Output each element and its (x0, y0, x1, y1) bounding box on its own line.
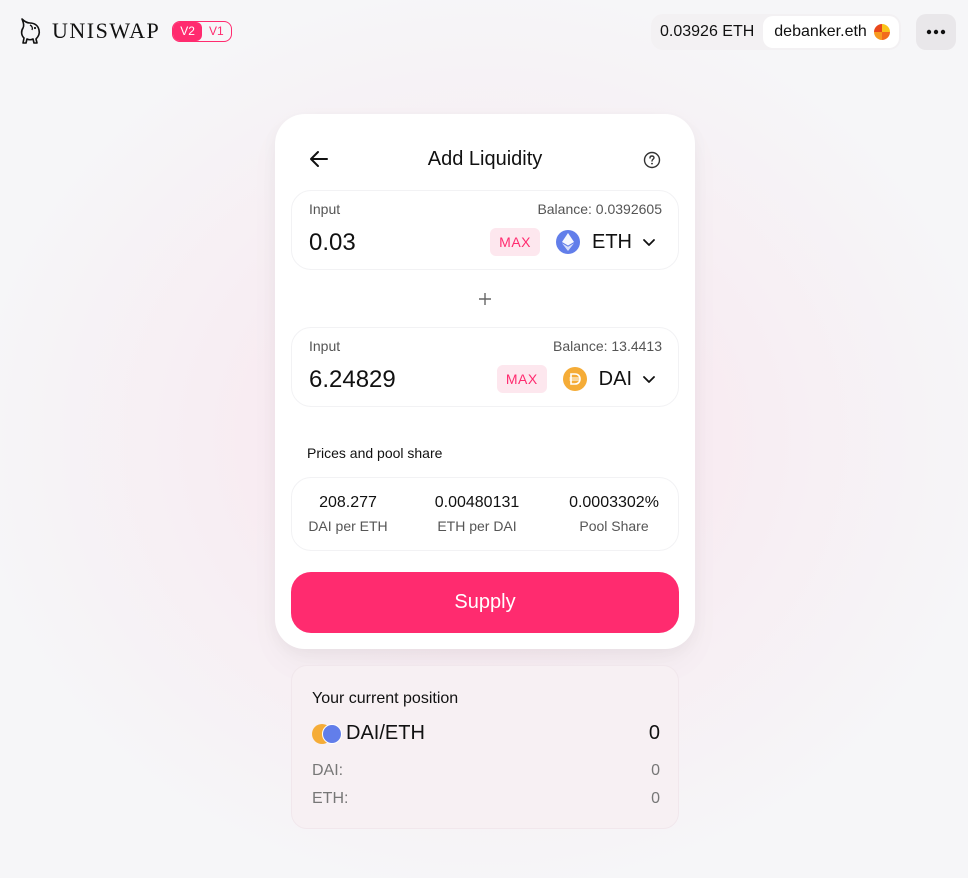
position-row-eth: ETH: 0 (312, 790, 660, 808)
amount-input-eth[interactable]: 0.03 (309, 229, 356, 257)
more-horizontal-icon (926, 29, 946, 35)
pair-logo-icon (312, 724, 344, 744)
pair-name: DAI/ETH (346, 722, 425, 744)
amount-input-dai[interactable]: 6.24829 (309, 366, 396, 394)
supply-button[interactable]: Supply (291, 572, 679, 633)
max-button[interactable]: MAX (496, 365, 547, 393)
max-button[interactable]: MAX (490, 228, 540, 256)
price-label: ETH per DAI (437, 518, 517, 534)
token-select-eth[interactable]: MAX ETH (490, 227, 656, 257)
eth-token-icon (322, 724, 342, 744)
token-symbol: ETH (592, 230, 632, 253)
question-circle-icon[interactable] (642, 150, 662, 170)
input-panel-dai: Input Balance: 13.4413 6.24829 MAX DAI (291, 327, 679, 407)
position-value: 0 (651, 790, 660, 807)
position-row-dai: DAI: 0 (312, 762, 660, 780)
account-name: debanker.eth (774, 23, 867, 40)
balance-text: Balance: 13.4413 (553, 338, 662, 354)
pool-share-item: 0.0003302% Pool Share (564, 494, 664, 534)
plus-icon (479, 293, 491, 305)
input-label: Input (309, 201, 341, 217)
card-header: Add Liquidity (275, 142, 695, 178)
price-value: 208.277 (319, 494, 377, 511)
price-item: 208.277 DAI per ETH (308, 494, 388, 534)
avatar-icon (873, 24, 890, 40)
position-title: Your current position (312, 690, 459, 707)
chevron-down-icon (643, 376, 655, 383)
version-v1-button[interactable]: V1 (202, 22, 231, 41)
uniswap-logo[interactable]: UNISWAP V2 V1 (18, 17, 232, 45)
version-v2-button[interactable]: V2 (173, 21, 202, 41)
token-select-dai[interactable]: MAX DAI (496, 364, 656, 394)
price-label: DAI per ETH (308, 518, 388, 534)
price-item: 0.00480131 ETH per DAI (425, 494, 529, 534)
page-title: Add Liquidity (427, 148, 543, 170)
prices-panel: 208.277 DAI per ETH 0.00480131 ETH per D… (291, 477, 679, 551)
input-label: Input (309, 338, 341, 354)
current-position-panel: Your current position DAI/ETH 0 DAI: 0 E… (291, 665, 679, 829)
price-label: Pool Share (579, 518, 649, 534)
account-button[interactable]: debanker.eth (763, 16, 899, 48)
chevron-down-icon (643, 239, 655, 246)
price-value: 0.0003302% (569, 494, 659, 511)
position-label: DAI: (312, 762, 344, 779)
eth-token-icon (556, 230, 580, 254)
eth-balance: 0.03926 ETH (660, 23, 755, 40)
token-symbol: DAI (598, 367, 632, 390)
add-liquidity-card: Add Liquidity Input Balance: 0.0392605 0… (275, 114, 695, 649)
price-value: 0.00480131 (434, 494, 520, 511)
account-widget[interactable]: 0.03926 ETH debanker.eth (651, 14, 901, 50)
prices-title: Prices and pool share (307, 445, 443, 461)
position-pair-row: DAI/ETH 0 (312, 722, 660, 746)
version-toggle[interactable]: V2 V1 (172, 20, 232, 42)
pool-tokens-value: 0 (648, 722, 660, 744)
dai-token-icon (562, 367, 587, 391)
logo-text: UNISWAP (52, 18, 161, 43)
input-panel-eth: Input Balance: 0.0392605 0.03 MAX ETH (291, 190, 679, 270)
position-value: 0 (651, 762, 660, 779)
more-menu-button[interactable] (916, 14, 956, 50)
position-label: ETH: (312, 790, 349, 807)
unicorn-icon (20, 18, 41, 44)
balance-text: Balance: 0.0392605 (537, 201, 662, 217)
